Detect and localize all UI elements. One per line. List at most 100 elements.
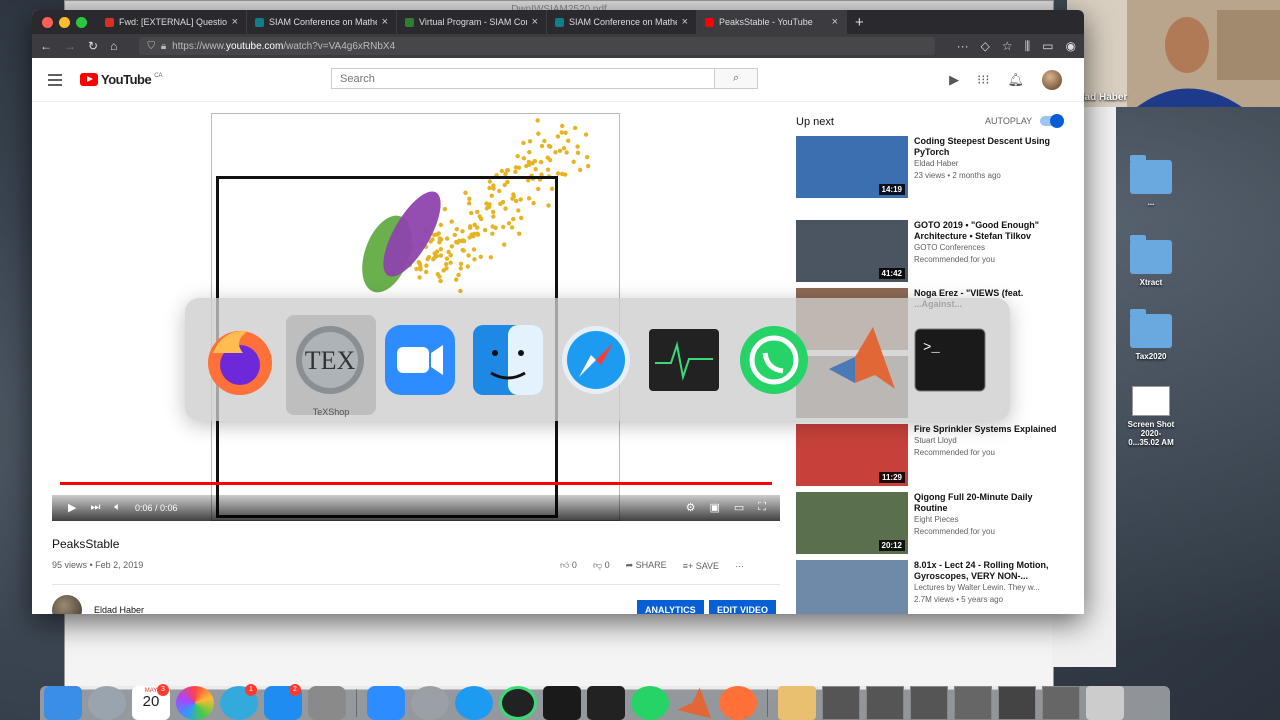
activity-monitor-icon[interactable] <box>647 323 721 397</box>
library-icon[interactable]: ⫼ <box>1025 39 1031 54</box>
tab-youtube[interactable]: PeaksStable - YouTube × <box>697 10 847 34</box>
sidebar-icon[interactable]: ▭ <box>1042 39 1053 54</box>
dock-messages-icon[interactable]: 1 <box>220 684 258 720</box>
like-button[interactable]: 👍︎ 0 <box>560 560 577 571</box>
create-video-icon[interactable]: ▶︎ <box>949 72 959 88</box>
desktop-folder-tax2020[interactable]: Tax2020 <box>1126 309 1176 361</box>
rec-title[interactable]: Fire Sprinkler Systems Explained <box>914 424 1064 435</box>
more-options-icon[interactable]: ··· <box>735 561 744 571</box>
theater-mode-icon[interactable]: ▭ <box>734 501 744 514</box>
desktop-folder-xtract[interactable]: Xtract <box>1126 235 1176 287</box>
video-thumbnail[interactable]: 41:42 <box>796 220 908 282</box>
dock-photos-icon[interactable] <box>176 686 214 720</box>
youtube-logo[interactable]: YouTube CA <box>80 72 163 87</box>
autoplay-toggle[interactable] <box>1040 114 1065 128</box>
tab-virtual-program[interactable]: Virtual Program - SIAM Confe × <box>397 10 547 34</box>
dock-firefox-icon[interactable] <box>719 686 757 720</box>
edit-video-button[interactable]: EDIT VIDEO <box>709 600 777 614</box>
finder-icon[interactable] <box>471 323 545 397</box>
forward-icon[interactable]: → <box>64 39 76 53</box>
dock-window-thumb-icon[interactable] <box>822 686 860 720</box>
minimize-window-button[interactable] <box>59 16 70 28</box>
notifications-bell-icon[interactable]: 🔔︎ <box>1007 72 1024 88</box>
address-bar[interactable]: ⛉ 🔒︎ https://www.youtube.com/watch?v=VA4… <box>139 37 935 55</box>
close-tab-icon[interactable]: × <box>232 16 238 28</box>
share-button[interactable]: ➦ SHARE <box>626 560 667 571</box>
dock-archive-icon[interactable] <box>778 686 816 720</box>
dock-whatsapp-icon[interactable] <box>631 686 669 720</box>
next-icon[interactable]: ⏭︎ <box>90 501 100 514</box>
dock-terminal-icon[interactable] <box>543 686 581 720</box>
channel-avatar[interactable] <box>52 595 82 614</box>
rec-title[interactable]: 8.01x - Lect 24 - Rolling Motion, Gyrosc… <box>914 560 1064 582</box>
search-input[interactable] <box>331 68 715 89</box>
desktop-screenshot-file[interactable]: Screen Shot 2020-0...35.02 AM <box>1126 386 1176 447</box>
progress-bar[interactable] <box>60 482 772 485</box>
back-icon[interactable]: ← <box>40 39 52 53</box>
search-button[interactable]: ⌕ <box>715 68 758 89</box>
zoom-icon[interactable] <box>383 323 457 397</box>
menu-icon[interactable] <box>48 73 62 86</box>
volume-icon[interactable]: 🔈︎ <box>114 501 121 514</box>
rec-title[interactable]: GOTO 2019 • "Good Enough" Architecture •… <box>914 220 1064 242</box>
recommendation-item[interactable]: 14:19 Coding Steepest Descent Using PyTo… <box>796 136 1066 198</box>
dock-launchpad-icon[interactable] <box>88 686 126 720</box>
video-thumbnail[interactable]: 20:12 <box>796 492 908 554</box>
apps-grid-icon[interactable]: ⁝⁝⁝ <box>977 72 989 88</box>
close-tab-icon[interactable]: × <box>532 16 538 28</box>
close-tab-icon[interactable]: × <box>832 16 838 28</box>
matlab-icon[interactable] <box>825 323 899 397</box>
dock-window-thumb-icon[interactable] <box>998 686 1036 720</box>
rec-title[interactable]: Qigong Full 20-Minute Daily Routine <box>914 492 1064 514</box>
pocket-icon[interactable]: ◇ <box>981 39 990 54</box>
user-avatar[interactable] <box>1042 70 1062 90</box>
new-tab-button[interactable]: + <box>847 14 872 31</box>
close-window-button[interactable] <box>42 16 53 28</box>
whatsapp-icon[interactable] <box>737 323 811 397</box>
terminal-icon[interactable]: >_ <box>913 323 987 397</box>
more-actions-icon[interactable]: ··· <box>957 39 969 54</box>
close-tab-icon[interactable]: × <box>382 16 388 28</box>
reload-icon[interactable]: ↻ <box>88 39 98 53</box>
dock-matlab-icon[interactable] <box>676 687 712 719</box>
close-tab-icon[interactable]: × <box>682 16 688 28</box>
rec-title[interactable]: Coding Steepest Descent Using PyTorch <box>914 136 1064 158</box>
tab-gmail[interactable]: Fwd: [EXTERNAL] Question co × <box>97 10 247 34</box>
miniplayer-icon[interactable]: ▣ <box>709 501 719 514</box>
tab-siam-1[interactable]: SIAM Conference on Mathemat × <box>247 10 397 34</box>
dock-progress-icon[interactable] <box>499 686 537 720</box>
recommendation-item[interactable]: 20:12 Qigong Full 20-Minute Daily Routin… <box>796 492 1066 554</box>
recommendation-item[interactable]: 11:29 Fire Sprinkler Systems Explained St… <box>796 424 1066 486</box>
video-thumbnail[interactable] <box>796 560 908 614</box>
zoom-window-button[interactable] <box>76 16 87 28</box>
play-icon[interactable]: ▶ <box>68 501 76 514</box>
dock-activity-monitor-icon[interactable] <box>587 686 625 720</box>
bookmark-star-icon[interactable]: ☆ <box>1002 39 1013 54</box>
settings-gear-icon[interactable]: ⚙ <box>686 501 696 514</box>
dock-appstore-icon[interactable]: 2 <box>264 684 302 720</box>
dock-safari-icon[interactable] <box>455 686 493 720</box>
dock-window-thumb-icon[interactable] <box>1042 686 1080 720</box>
account-icon[interactable]: ◉ <box>1066 39 1076 54</box>
home-icon[interactable]: ⌂ <box>110 39 117 53</box>
recommendation-item[interactable]: 8.01x - Lect 24 - Rolling Motion, Gyrosc… <box>796 560 1066 614</box>
dock-zoom-icon[interactable] <box>367 686 405 720</box>
dock-window-thumb-icon[interactable] <box>866 686 904 720</box>
save-button[interactable]: ≡+ SAVE <box>683 561 719 571</box>
dock-finder-icon[interactable] <box>44 686 82 720</box>
dislike-button[interactable]: 👎︎ 0 <box>593 560 610 571</box>
desktop-folder-1[interactable]: ... <box>1126 155 1176 207</box>
dock-texshop-icon[interactable] <box>411 686 449 720</box>
dock-window-thumb-icon[interactable] <box>910 686 948 720</box>
video-thumbnail[interactable]: 11:29 <box>796 424 908 486</box>
recommendation-item[interactable]: 41:42 GOTO 2019 • "Good Enough" Architec… <box>796 220 1066 282</box>
dock-calendar-icon[interactable]: MAY 20 3 <box>132 684 170 720</box>
dock-window-thumb-icon[interactable] <box>954 686 992 720</box>
dock-system-preferences-icon[interactable] <box>308 686 346 720</box>
channel-name[interactable]: Eldad Haber <box>94 605 144 614</box>
dock-trash-icon[interactable] <box>1086 686 1124 720</box>
safari-icon[interactable] <box>559 323 633 397</box>
tab-siam-2[interactable]: SIAM Conference on Mathemat × <box>547 10 697 34</box>
analytics-button[interactable]: ANALYTICS <box>637 600 704 614</box>
texshop-icon[interactable]: TEX <box>293 323 367 397</box>
